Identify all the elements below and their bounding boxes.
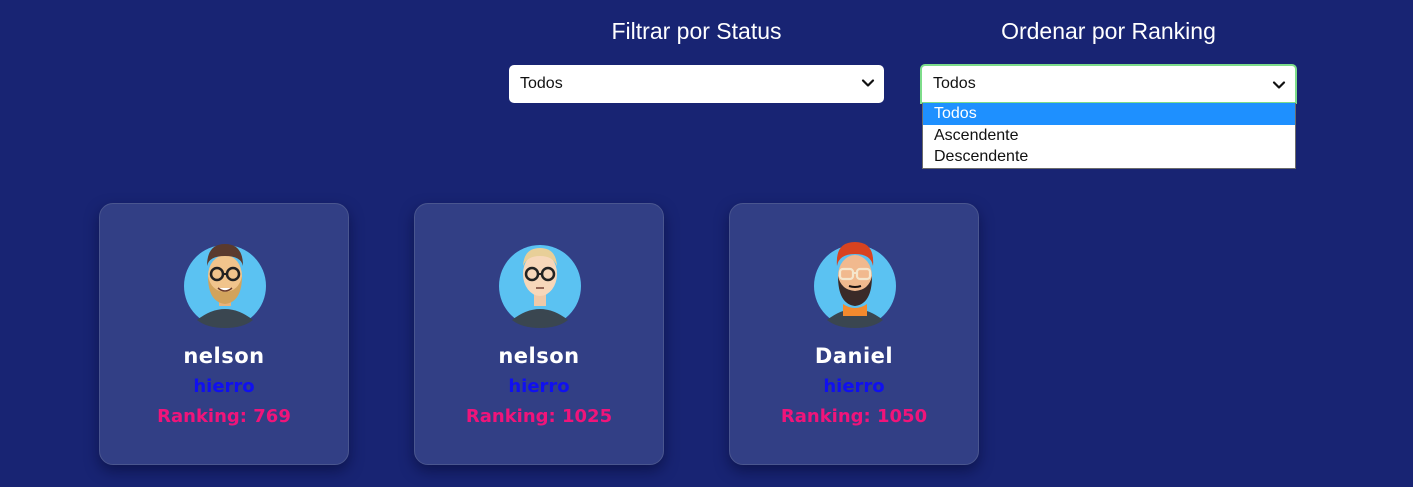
player-status: hierro	[508, 376, 570, 397]
ranking-option-ascendente[interactable]: Ascendente	[923, 125, 1295, 147]
player-ranking: Ranking: 1050	[780, 406, 928, 427]
ranking-sort-select[interactable]: Todos	[920, 64, 1297, 104]
ranking-option-todos[interactable]: Todos	[923, 103, 1295, 125]
ranking-sort-value: Todos	[933, 75, 976, 92]
ranking-sort-label: Ordenar por Ranking	[1001, 18, 1216, 44]
status-filter-label: Filtrar por Status	[611, 18, 782, 44]
chevron-down-icon	[1272, 81, 1286, 89]
player-card[interactable]: Daniel hierro Ranking: 1050	[729, 203, 979, 465]
redhead-bearded-man-avatar-icon	[814, 242, 896, 328]
player-status: hierro	[823, 376, 885, 397]
player-status: hierro	[193, 376, 255, 397]
status-filter-value: Todos	[520, 75, 563, 92]
player-name: Daniel	[814, 344, 894, 368]
status-filter-select[interactable]: Todos	[509, 65, 884, 103]
chevron-down-icon	[861, 79, 875, 87]
bearded-man-glasses-avatar-icon	[184, 244, 266, 328]
ranking-option-descendente[interactable]: Descendente	[923, 146, 1295, 168]
ranking-sort-dropdown: Todos Ascendente Descendente	[922, 103, 1296, 169]
player-card[interactable]: nelson hierro Ranking: 769	[99, 203, 349, 465]
player-card[interactable]: nelson hierro Ranking: 1025	[414, 203, 664, 465]
bald-man-glasses-avatar-icon	[499, 245, 581, 328]
player-ranking: Ranking: 769	[157, 406, 291, 427]
player-ranking: Ranking: 1025	[465, 406, 613, 427]
player-name: nelson	[498, 344, 580, 368]
filters-bar: Filtrar por Status Todos Ordenar por Ran…	[0, 0, 1413, 200]
player-name: nelson	[183, 344, 265, 368]
